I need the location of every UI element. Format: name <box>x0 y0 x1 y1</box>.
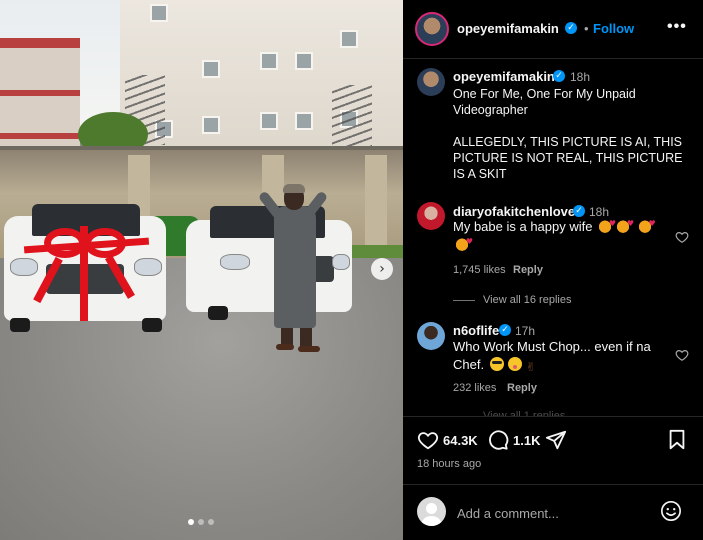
paper-plane-icon[interactable] <box>545 429 567 451</box>
bookmark-icon[interactable] <box>667 429 687 451</box>
comment-reply-button[interactable]: Reply <box>507 382 537 394</box>
comment-time: 18h <box>589 205 610 219</box>
post-photo[interactable]: › <box>0 0 403 540</box>
comment-time: 17h <box>515 324 536 338</box>
photo-left-building <box>0 38 80 148</box>
comment-text: My babe is a happy wife <box>453 215 671 254</box>
current-user-avatar <box>417 497 446 526</box>
comment-username[interactable]: n6oflife <box>453 323 499 338</box>
comment-like-heart-icon[interactable] <box>675 348 689 362</box>
caption-author-username[interactable]: opeyemifamakin <box>453 69 555 84</box>
verified-badge-icon: ✓ <box>565 22 577 34</box>
yum-face-icon <box>507 357 522 371</box>
composer-divider <box>403 484 703 485</box>
photo-man-in-kaftan <box>248 184 340 352</box>
smiley-icon[interactable] <box>660 500 682 522</box>
comment-text-content: Who Work Must Chop... even if na Chef. <box>453 339 651 372</box>
comment-avatar[interactable] <box>417 202 445 230</box>
separator-dot: • <box>584 21 589 36</box>
verified-badge-icon: ✓ <box>553 70 565 82</box>
smiling-face-with-hearts-icon <box>598 215 616 233</box>
author-username[interactable]: opeyemifamakin <box>457 21 559 36</box>
add-comment-input[interactable] <box>457 504 657 522</box>
carousel-dot <box>198 519 204 525</box>
caption-time: 18h <box>570 70 591 84</box>
comment-like-heart-icon[interactable] <box>675 230 689 244</box>
caption-line-2: ALLEGEDLY, THIS PICTURE IS AI, THIS PICT… <box>453 135 683 181</box>
comment-likes[interactable]: 1,745 likes <box>453 264 506 276</box>
victory-hand-icon: ✌ <box>525 360 536 374</box>
post-details-panel: opeyemifamakin ✓ • Follow ••• opeyemifam… <box>403 0 703 540</box>
carousel-dots <box>188 519 214 525</box>
comment-avatar[interactable] <box>417 322 445 350</box>
post-timestamp: 18 hours ago <box>417 458 482 470</box>
more-options-icon[interactable]: ••• <box>667 18 687 36</box>
comment-text: Who Work Must Chop... even if na Chef. ✌ <box>453 338 671 374</box>
carousel-dot <box>188 519 194 525</box>
photo-apartment-building <box>120 0 403 160</box>
heart-icon[interactable] <box>417 429 439 451</box>
smiling-face-with-hearts-icon <box>455 233 473 251</box>
caption-line-1: One For Me, One For My Unpaid Videograph… <box>453 87 636 117</box>
follow-button[interactable]: Follow <box>593 21 634 36</box>
smiling-face-with-hearts-icon <box>637 215 656 233</box>
photo-car-left <box>4 196 166 332</box>
comment-username[interactable]: diaryofakitchenlover <box>453 204 580 219</box>
verified-badge-icon: ✓ <box>573 205 585 217</box>
view-replies-button[interactable]: View all 16 replies <box>453 294 571 306</box>
likes-count[interactable]: 64.3K <box>443 433 478 448</box>
verified-badge-icon: ✓ <box>499 324 511 336</box>
comments-count[interactable]: 1.1K <box>513 433 540 448</box>
comment-bubble-icon[interactable] <box>487 429 509 451</box>
comment-text-content: My babe is a happy wife <box>453 219 593 234</box>
actions-divider <box>403 416 703 417</box>
comment-likes[interactable]: 232 likes <box>453 382 496 394</box>
carousel-next-button[interactable]: › <box>371 258 393 280</box>
smiling-face-with-hearts-icon <box>616 215 634 233</box>
author-avatar[interactable] <box>415 12 449 46</box>
header-divider <box>403 58 703 59</box>
caption-author-avatar[interactable] <box>417 68 445 96</box>
sunglasses-face-icon <box>489 357 504 371</box>
comment-reply-button[interactable]: Reply <box>513 264 543 276</box>
carousel-dot <box>208 519 214 525</box>
